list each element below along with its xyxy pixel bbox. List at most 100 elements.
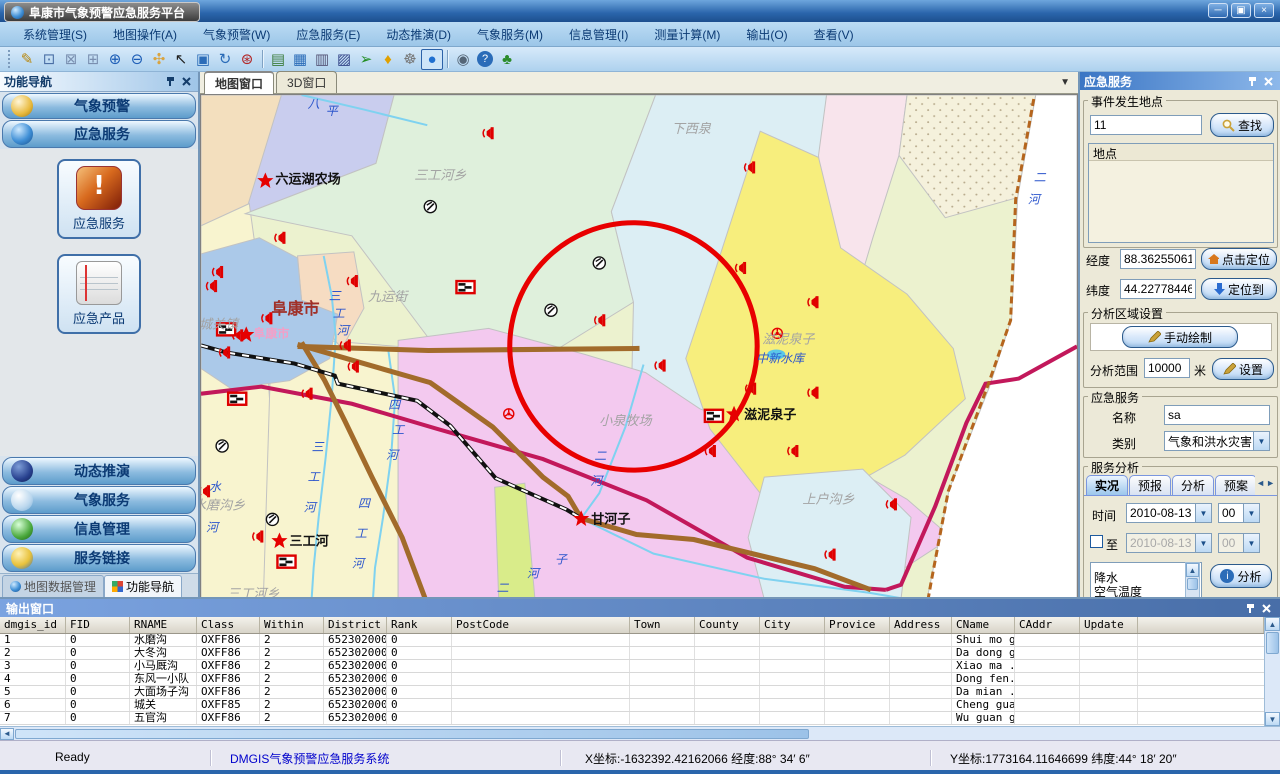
zoom-query-icon[interactable]: ⊛ [236, 49, 258, 70]
column-header-Class[interactable]: Class [197, 617, 260, 633]
analysis-tab-预案[interactable]: 预案 [1215, 475, 1255, 495]
sidebar-section-气象预警[interactable]: 气象预警 [2, 93, 196, 119]
map-image[interactable]: 六运湖农场三工河乡下西泉九运街城关镇阜康市阜康市滋泥泉子中新水库小泉牧场上户沟乡… [201, 95, 1077, 599]
output-vertical-scrollbar[interactable]: ▲ ▼ [1264, 617, 1280, 726]
column-header-FID[interactable]: FID [66, 617, 130, 633]
tab-scroll-left-icon[interactable]: ◄ [1256, 478, 1265, 488]
service-type-select[interactable]: 气象和洪水灾害 ▼ [1164, 431, 1270, 451]
close-icon[interactable] [1260, 74, 1276, 88]
map-marker-flag[interactable] [277, 556, 295, 568]
date-select[interactable]: 2010-08-13 ▼ [1126, 503, 1212, 523]
find-button[interactable]: 查找 [1210, 113, 1274, 137]
service-name-field[interactable] [1164, 405, 1270, 425]
zoom-out-icon[interactable]: ⊖ [126, 49, 148, 70]
column-header-dmgis_id[interactable]: dmgis_id [0, 617, 66, 633]
emergency-product-shortcut[interactable]: 应急产品 [57, 254, 141, 334]
column-header-Provice[interactable]: Provice [825, 617, 890, 633]
element-list-scrollbar[interactable]: ▲ [1185, 562, 1200, 600]
output-horizontal-scrollbar[interactable]: ◄ [0, 726, 1280, 740]
close-button[interactable]: × [1254, 3, 1274, 18]
pan-hand-icon[interactable]: ✣ [148, 49, 170, 70]
go-arrow-icon[interactable]: ➢ [355, 49, 377, 70]
column-header-Update[interactable]: Update [1080, 617, 1138, 633]
tab-scroll-right-icon[interactable]: ► [1266, 478, 1275, 488]
table-row[interactable]: 60城关OXFF8526523020000Cheng guan [0, 699, 1264, 712]
map-marker-flag[interactable] [228, 393, 246, 405]
map-marker-flag[interactable] [705, 410, 723, 422]
menu-item-5[interactable]: 气象服务(M) [464, 24, 556, 45]
analysis-tab-预报[interactable]: 预报 [1129, 475, 1171, 495]
maximize-button[interactable]: ▣ [1231, 3, 1251, 18]
dropdown-icon[interactable]: ▼ [1195, 504, 1211, 522]
locate-to-button[interactable]: 定位到 [1201, 278, 1277, 300]
table-row[interactable]: 40东风一小队OXFF8626523020000Dong fen... [0, 673, 1264, 686]
map-tab-3D窗口[interactable]: 3D窗口 [276, 71, 337, 93]
column-header-CName[interactable]: CName [952, 617, 1015, 633]
range-field[interactable] [1144, 358, 1190, 378]
zoom-in-icon[interactable]: ⊕ [104, 49, 126, 70]
longitude-field[interactable] [1120, 249, 1196, 269]
analyze-button[interactable]: i 分析 [1210, 564, 1272, 588]
full-extent-icon[interactable]: ▣ [192, 49, 214, 70]
place-list[interactable]: 地点 [1088, 143, 1274, 243]
sidebar-section-信息管理[interactable]: 信息管理 [2, 515, 196, 543]
close-icon[interactable] [178, 75, 194, 89]
emergency-service-shortcut[interactable]: 应急服务 [57, 159, 141, 239]
sidebar-section-动态推演[interactable]: 动态推演 [2, 457, 196, 485]
scroll-left-icon[interactable]: ◄ [0, 728, 14, 740]
table-row[interactable]: 20大冬沟OXFF8626523020000Da dong gou [0, 647, 1264, 660]
select-polygon-icon[interactable]: ⊠ [60, 49, 82, 70]
help-icon[interactable]: ? [474, 49, 496, 70]
close-icon[interactable] [1258, 601, 1274, 615]
table-row[interactable]: 30小马厩沟OXFF8626523020000Xiao ma ... [0, 660, 1264, 673]
column-header-CAddr[interactable]: CAddr [1015, 617, 1080, 633]
menu-item-2[interactable]: 气象预警(W) [190, 24, 283, 45]
map-tab-dropdown-icon[interactable]: ▼ [1060, 77, 1070, 88]
pin-icon[interactable] [162, 75, 178, 89]
pin-icon[interactable] [1242, 601, 1258, 615]
analysis-tab-实况[interactable]: 实况 [1086, 475, 1128, 495]
pin-icon[interactable] [1244, 74, 1260, 88]
table-row[interactable]: 70五官沟OXFF8626523020000Wu guan gou [0, 712, 1264, 725]
print-color-icon[interactable]: ▨ [333, 49, 355, 70]
column-header-PostCode[interactable]: PostCode [452, 617, 630, 633]
refresh-icon[interactable]: ↻ [214, 49, 236, 70]
menu-item-7[interactable]: 测量计算(M) [641, 24, 733, 45]
menu-item-3[interactable]: 应急服务(E) [283, 24, 373, 45]
column-header-Rank[interactable]: Rank [387, 617, 452, 633]
map-marker-monument[interactable] [424, 201, 436, 213]
settings-gear-icon[interactable]: ☸ [399, 49, 421, 70]
map-marker-flag[interactable] [456, 281, 474, 293]
select-rect-icon[interactable]: ⊡ [38, 49, 60, 70]
eye-icon[interactable]: ◉ [452, 49, 474, 70]
menu-item-9[interactable]: 查看(V) [801, 24, 867, 45]
hour-to-select[interactable]: 00 ▼ [1218, 533, 1260, 553]
column-header-City[interactable]: City [760, 617, 825, 633]
legend-tree-icon[interactable]: ♣ [496, 49, 518, 70]
column-header-Address[interactable]: Address [890, 617, 952, 633]
column-header-Within[interactable]: Within [260, 617, 324, 633]
menu-item-8[interactable]: 输出(O) [733, 24, 800, 45]
map-canvas[interactable]: 六运湖农场三工河乡下西泉九运街城关镇阜康市阜康市滋泥泉子中新水库小泉牧场上户沟乡… [200, 94, 1078, 600]
manual-draw-button[interactable]: 手动绘制 [1122, 326, 1238, 348]
column-header-RNAME[interactable]: RNAME [130, 617, 197, 633]
to-checkbox[interactable] [1090, 535, 1103, 548]
map-marker-monument[interactable] [266, 513, 278, 525]
menu-item-6[interactable]: 信息管理(I) [556, 24, 641, 45]
measure-tool-icon[interactable]: ✎ [16, 49, 38, 70]
menu-item-4[interactable]: 动态推演(D) [373, 24, 464, 45]
column-header-Town[interactable]: Town [630, 617, 695, 633]
hour-select[interactable]: 00 ▼ [1218, 503, 1260, 523]
dropdown-icon[interactable]: ▼ [1195, 534, 1211, 552]
menu-item-0[interactable]: 系统管理(S) [10, 24, 100, 45]
scroll-up-icon[interactable]: ▲ [1265, 617, 1280, 631]
scroll-up-icon[interactable]: ▲ [1186, 563, 1199, 577]
locate-by-click-button[interactable]: 点击定位 [1201, 248, 1277, 270]
date-to-select[interactable]: 2010-08-13 ▼ [1126, 533, 1212, 553]
pointer-icon[interactable]: ↖ [170, 49, 192, 70]
map-marker-monument[interactable] [216, 440, 228, 452]
pin-marker-icon[interactable]: ♦ [377, 49, 399, 70]
column-header-District[interactable]: District [324, 617, 387, 633]
map-marker-monument[interactable] [593, 257, 605, 269]
map-tab-地图窗口[interactable]: 地图窗口 [204, 71, 274, 94]
